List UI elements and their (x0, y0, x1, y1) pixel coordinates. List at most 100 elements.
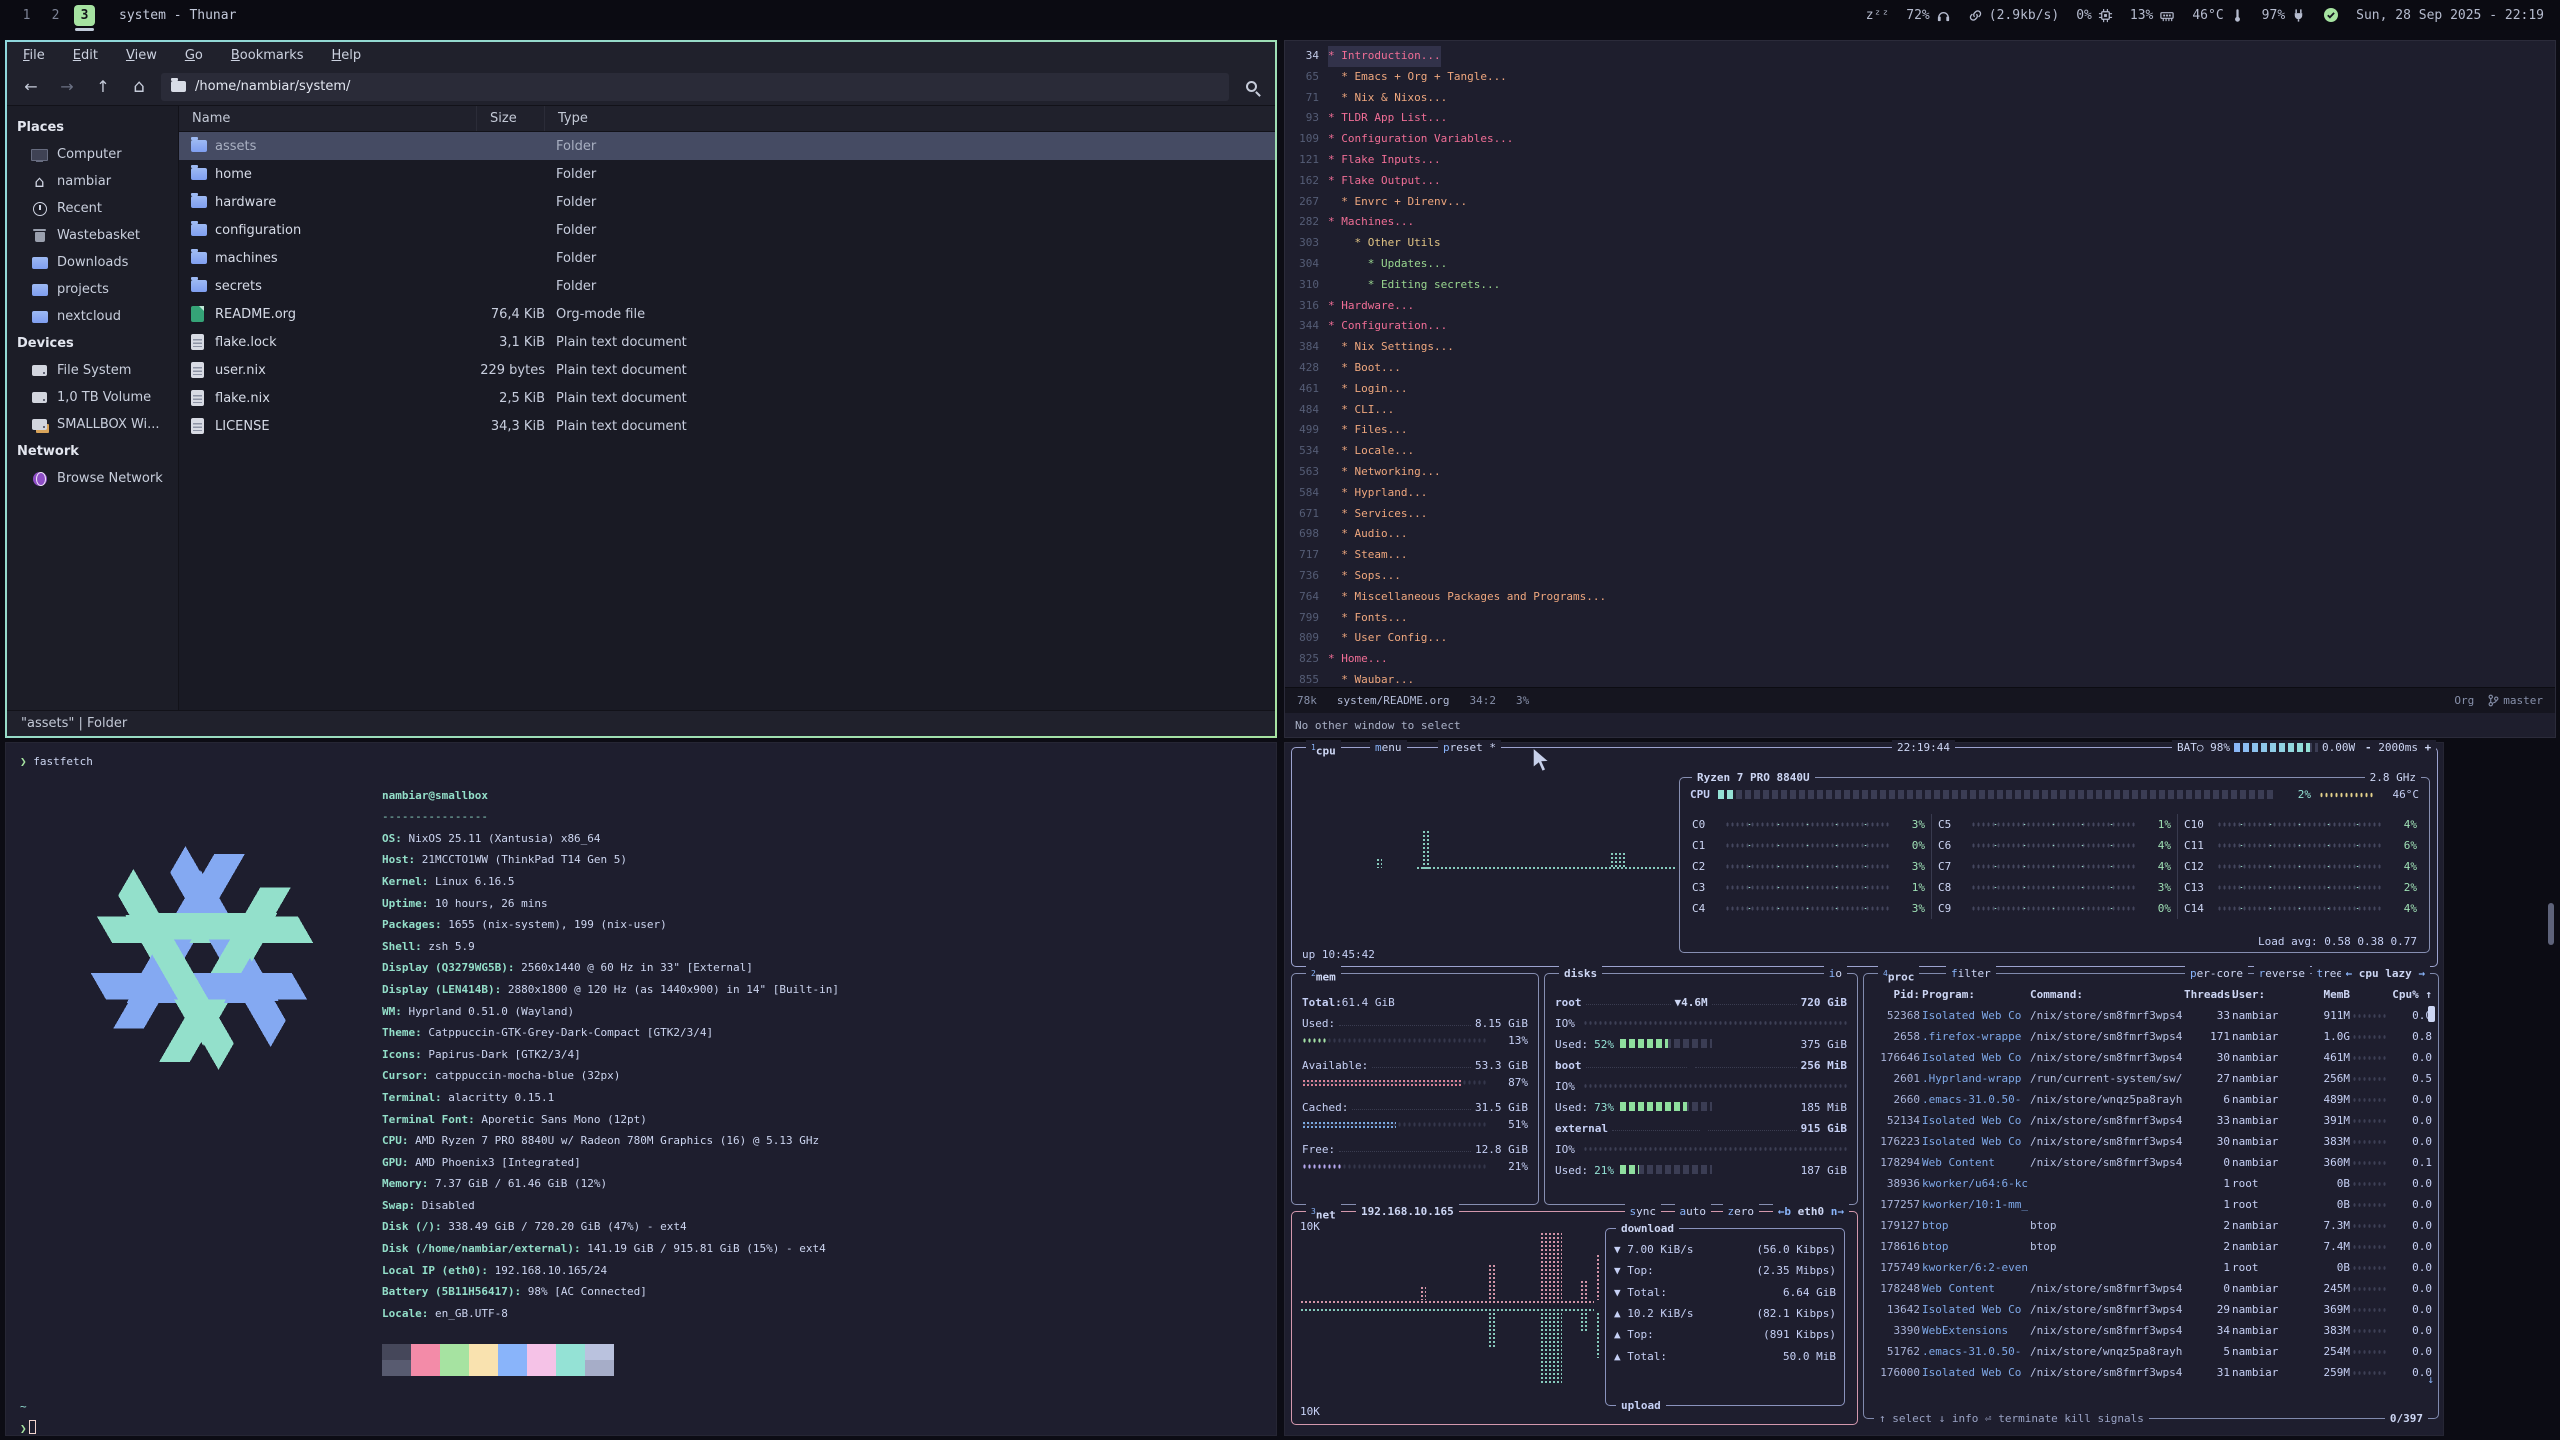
process-row[interactable]: 51762 .emacs-31.0.50- /nix/store/wnqz5pa… (1864, 1341, 2438, 1362)
file-row[interactable]: README.org 76,4 KiB Org-mode file (179, 300, 1275, 328)
net-interface-switcher[interactable]: ←b eth0 n→ (1773, 1204, 1849, 1219)
column-header-size[interactable]: Size (477, 106, 545, 131)
process-row[interactable]: 13642 Isolated Web Co /nix/store/sm8fmrf… (1864, 1299, 2438, 1320)
sidebar-item[interactable]: Devices (7, 330, 178, 357)
column-header-name[interactable]: Name (179, 106, 477, 131)
file-row[interactable]: machines Folder (179, 244, 1275, 272)
process-row[interactable]: 52134 Isolated Web Co /nix/store/sm8fmrf… (1864, 1110, 2438, 1131)
tab-cpu[interactable]: 1cpu (1306, 740, 1341, 759)
proc-reverse-toggle[interactable]: reverse (2254, 966, 2310, 981)
mem-entry: Available:53.3 GiB (1292, 1051, 1538, 1072)
workspace-button[interactable]: 3 (74, 5, 95, 26)
proc-sort-selector[interactable]: ← cpu lazy → (2341, 966, 2430, 981)
terminal-window[interactable]: ❯ fastfetch (5, 742, 1277, 1436)
scroll-indicator[interactable] (2548, 903, 2554, 945)
process-row[interactable]: 178248 Web Content /nix/store/sm8fmrf3wp… (1864, 1278, 2438, 1299)
sidebar-item[interactable]: Wastebasket (7, 222, 178, 249)
sidebar-item[interactable]: Places (7, 114, 178, 141)
process-row[interactable]: 2660 .emacs-31.0.50- /nix/store/wnqz5pa8… (1864, 1089, 2438, 1110)
process-row[interactable]: 176000 Isolated Web Co /nix/store/sm8fmr… (1864, 1362, 2438, 1383)
menu-item[interactable]: Bookmarks (231, 48, 304, 63)
net-zero-toggle[interactable]: zero (1723, 1204, 1760, 1219)
process-row[interactable]: 2658 .firefox-wrappe /nix/store/sm8fmrf3… (1864, 1026, 2438, 1047)
file-row[interactable]: LICENSE 34,3 KiB Plain text document (179, 412, 1275, 440)
preset-button[interactable]: preset * (1438, 740, 1501, 755)
tab-proc[interactable]: 4proc (1878, 966, 1919, 985)
forward-icon[interactable]: → (53, 74, 81, 100)
file-row[interactable]: secrets Folder (179, 272, 1275, 300)
file-row[interactable]: home Folder (179, 160, 1275, 188)
file-row[interactable]: hardware Folder (179, 188, 1275, 216)
network-indicator[interactable]: (2.9kb/s) (1968, 8, 2059, 23)
sidebar-item[interactable]: 1,0 TB Volume (7, 384, 178, 411)
menu-item[interactable]: Help (332, 48, 362, 63)
battery-indicator[interactable]: 97% (2262, 8, 2306, 23)
menu-item[interactable]: Go (185, 48, 203, 63)
process-cpu-graph (2352, 1159, 2386, 1167)
process-row[interactable]: 2601 .Hyprland-wrapp /run/current-system… (1864, 1068, 2438, 1089)
line-number: 34 (1293, 46, 1319, 67)
menu-item[interactable]: View (126, 48, 157, 63)
process-row[interactable]: 3390 WebExtensions /nix/store/sm8fmrf3wp… (1864, 1320, 2438, 1341)
up-icon[interactable]: ↑ (89, 74, 117, 100)
process-cpu-graph (2352, 1138, 2386, 1146)
workspace-button[interactable]: 1 (16, 5, 37, 26)
file-row[interactable]: assets Folder (179, 132, 1275, 160)
memory-indicator[interactable]: 13% (2130, 8, 2175, 23)
process-row[interactable]: 177257 kworker/10:1-mm_ 1 root 0B 0.0 (1864, 1194, 2438, 1215)
core-graph (2218, 820, 2381, 829)
search-button[interactable] (1237, 74, 1265, 100)
status-ok[interactable] (2323, 7, 2339, 23)
proc-percore-toggle[interactable]: per-core (2185, 966, 2248, 981)
clock[interactable]: Sun, 28 Sep 2025 - 22:19 (2356, 8, 2544, 23)
menu-item[interactable]: Edit (73, 48, 98, 63)
file-row[interactable]: flake.nix 2,5 KiB Plain text document (179, 384, 1275, 412)
tab-mem[interactable]: 2mem (1306, 966, 1341, 985)
path-bar[interactable]: /home/nambiar/system/ (161, 73, 1229, 101)
proc-keybar[interactable]: ↑ select ↓ info ⏎ terminate kill signals (1874, 1411, 2149, 1426)
menu-button[interactable]: menu (1370, 740, 1407, 755)
sidebar-item[interactable]: Downloads (7, 249, 178, 276)
sidebar-item[interactable]: nextcloud (7, 303, 178, 330)
proc-header[interactable]: Pid: Program: Command: Threads: User: Me… (1864, 984, 2438, 1005)
back-icon[interactable]: ← (17, 74, 45, 100)
sidebar-item[interactable]: SMALLBOX Wi... (7, 411, 178, 438)
tab-disks[interactable]: disks (1559, 966, 1602, 981)
temperature-indicator[interactable]: 46°C (2192, 8, 2244, 23)
process-row[interactable]: 176223 Isolated Web Co /nix/store/sm8fmr… (1864, 1131, 2438, 1152)
net-auto-toggle[interactable]: auto (1675, 1204, 1712, 1219)
process-row[interactable]: 178294 Web Content /nix/store/sm8fmrf3wp… (1864, 1152, 2438, 1173)
workspace-button[interactable]: 2 (45, 5, 66, 26)
sidebar-item[interactable]: Computer (7, 141, 178, 168)
process-row[interactable]: 175749 kworker/6:2-even 1 root 0B 0.0 (1864, 1257, 2438, 1278)
list-empty-area[interactable] (179, 440, 1275, 710)
process-row[interactable]: 52368 Isolated Web Co /nix/store/sm8fmrf… (1864, 1005, 2438, 1026)
file-row[interactable]: configuration Folder (179, 216, 1275, 244)
net-sync-toggle[interactable]: sync (1625, 1204, 1662, 1219)
file-row[interactable]: flake.lock 3,1 KiB Plain text document (179, 328, 1275, 356)
process-row[interactable]: 179127 btop btop 2 nambiar 7.3M 0.0 (1864, 1215, 2438, 1236)
sidebar-item[interactable]: Network (7, 438, 178, 465)
home-icon[interactable]: ⌂ (125, 74, 153, 100)
file-row[interactable]: user.nix 229 bytes Plain text document (179, 356, 1275, 384)
core-row: C116% (2184, 835, 2417, 856)
process-row[interactable]: 38936 kworker/u64:6-kc 1 root 0B 0.0 (1864, 1173, 2438, 1194)
sidebar-item[interactable]: nambiar (7, 168, 178, 195)
process-row[interactable]: 176646 Isolated Web Co /nix/store/sm8fmr… (1864, 1047, 2438, 1068)
tab-io[interactable]: io (1824, 966, 1847, 981)
cpu-indicator[interactable]: 0% (2076, 8, 2113, 23)
volume-indicator[interactable]: 72% (1906, 8, 1950, 23)
sidebar-item[interactable]: File System (7, 357, 178, 384)
proc-scrollbar-thumb[interactable] (2428, 1006, 2435, 1022)
process-row[interactable]: 178616 btop btop 2 nambiar 7.4M 0.0 (1864, 1236, 2438, 1257)
proc-filter-button[interactable]: filter (1946, 966, 1996, 981)
update-interval[interactable]: - 2000ms + (2360, 740, 2436, 755)
idle-inhibitor[interactable]: zᶻᶻ (1866, 8, 1889, 23)
sidebar-item[interactable]: Browse Network (7, 465, 178, 492)
sidebar-item[interactable]: Recent (7, 195, 178, 222)
org-buffer[interactable]: 34 * Introduction... 65 * Emacs + Org + … (1285, 41, 2555, 687)
column-header-type[interactable]: Type (545, 106, 1275, 131)
sidebar-item[interactable]: projects (7, 276, 178, 303)
menu-item[interactable]: File (23, 48, 45, 63)
scroll-down-arrow[interactable]: ↓ (2427, 1373, 2434, 1386)
